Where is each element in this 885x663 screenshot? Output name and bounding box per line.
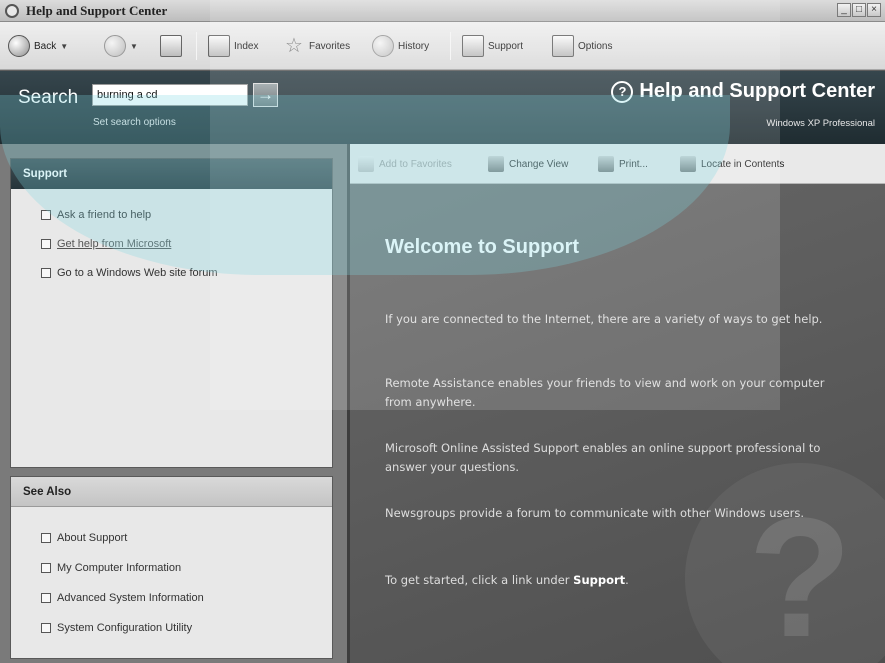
support-panel-title: Support bbox=[11, 159, 332, 189]
index-book-icon bbox=[208, 35, 230, 57]
forward-dropdown-icon[interactable]: ▼ bbox=[130, 42, 138, 51]
history-clock-icon bbox=[372, 35, 394, 57]
favorites-button[interactable]: ☆ Favorites bbox=[283, 34, 350, 58]
question-mark-watermark-icon: ? bbox=[685, 463, 885, 663]
home-icon bbox=[160, 35, 182, 57]
content-heading: Welcome to Support bbox=[385, 236, 580, 258]
search-input[interactable] bbox=[92, 84, 248, 106]
window-controls: _ □ × bbox=[837, 3, 881, 17]
index-button[interactable]: Index bbox=[208, 34, 258, 58]
bullet-icon bbox=[41, 210, 51, 220]
options-button[interactable]: Options bbox=[552, 34, 612, 58]
support-button[interactable]: Support bbox=[462, 34, 523, 58]
content-pane: ? Add to Favorites Change View Print... … bbox=[350, 144, 885, 663]
bullet-icon bbox=[41, 593, 51, 603]
help-app-icon bbox=[5, 4, 19, 18]
see-also-link-config-utility[interactable]: System Configuration Utility bbox=[41, 622, 192, 634]
add-to-favorites-button[interactable]: Add to Favorites bbox=[358, 156, 452, 172]
see-also-panel: See Also About Support My Computer Infor… bbox=[10, 476, 333, 659]
bullet-icon bbox=[41, 533, 51, 543]
bullet-icon bbox=[41, 623, 51, 633]
minimize-button[interactable]: _ bbox=[837, 3, 851, 17]
options-checkmark-icon bbox=[552, 35, 574, 57]
see-also-link-computer-info[interactable]: My Computer Information bbox=[41, 562, 181, 574]
see-also-link-about-support[interactable]: About Support bbox=[41, 532, 127, 544]
maximize-button[interactable]: □ bbox=[852, 3, 866, 17]
support-icon bbox=[462, 35, 484, 57]
support-panel: Support Ask a friend to help Get help fr… bbox=[10, 158, 333, 468]
bullet-icon bbox=[41, 268, 51, 278]
printer-icon bbox=[598, 156, 614, 172]
favorites-star-icon: ☆ bbox=[285, 35, 303, 57]
toolbar-separator bbox=[196, 32, 197, 60]
support-link-microsoft[interactable]: Get help from Microsoft bbox=[41, 238, 171, 250]
search-label: Search bbox=[18, 87, 79, 108]
support-link-web-forum[interactable]: Go to a Windows Web site forum bbox=[41, 267, 218, 279]
content-paragraph: Remote Assistance enables your friends t… bbox=[385, 376, 825, 409]
toolbar-separator bbox=[450, 32, 451, 60]
content-paragraph: To get started, click a link under Suppo… bbox=[385, 573, 629, 587]
forward-button[interactable]: ▼ bbox=[104, 34, 138, 58]
support-emphasis: Support bbox=[573, 573, 626, 587]
content-paragraph: If you are connected to the Internet, th… bbox=[385, 312, 823, 326]
search-go-button[interactable]: → bbox=[253, 83, 278, 107]
change-view-button[interactable]: Change View bbox=[488, 156, 568, 172]
add-favorites-star-icon bbox=[358, 156, 374, 172]
close-button[interactable]: × bbox=[867, 3, 881, 17]
search-header: Search → Set search options ? Help and S… bbox=[0, 71, 885, 144]
home-button[interactable] bbox=[160, 34, 182, 58]
see-also-link-advanced-info[interactable]: Advanced System Information bbox=[41, 592, 204, 604]
print-button[interactable]: Print... bbox=[598, 156, 648, 172]
left-pane: Support Ask a friend to help Get help fr… bbox=[0, 144, 347, 663]
window-title: Help and Support Center bbox=[26, 3, 168, 18]
support-link-ask-friend[interactable]: Ask a friend to help bbox=[41, 209, 151, 221]
page-title: ? Help and Support Center bbox=[611, 80, 875, 103]
title-bar: Help and Support Center _ □ × bbox=[0, 0, 885, 22]
see-also-panel-title: See Also bbox=[11, 477, 332, 507]
history-button[interactable]: History bbox=[372, 34, 429, 58]
set-search-options-link[interactable]: Set search options bbox=[93, 117, 176, 128]
bullet-icon bbox=[41, 563, 51, 573]
forward-arrow-icon bbox=[104, 35, 126, 57]
locate-contents-icon bbox=[680, 156, 696, 172]
back-button[interactable]: Back ▼ bbox=[8, 34, 68, 58]
os-edition-label: Windows XP Professional bbox=[766, 118, 875, 129]
command-bar: Add to Favorites Change View Print... Lo… bbox=[350, 144, 885, 184]
help-question-icon: ? bbox=[611, 80, 634, 103]
change-view-icon bbox=[488, 156, 504, 172]
locate-in-contents-button[interactable]: Locate in Contents bbox=[680, 156, 784, 172]
back-arrow-icon bbox=[8, 35, 30, 57]
content-paragraph: Newsgroups provide a forum to communicat… bbox=[385, 506, 805, 520]
content-paragraph: Microsoft Online Assisted Support enable… bbox=[385, 441, 821, 474]
navigation-toolbar: Back ▼ ▼ Index ☆ Favorites History Suppo… bbox=[0, 22, 885, 70]
bullet-icon bbox=[41, 239, 51, 249]
back-dropdown-icon[interactable]: ▼ bbox=[60, 42, 68, 51]
